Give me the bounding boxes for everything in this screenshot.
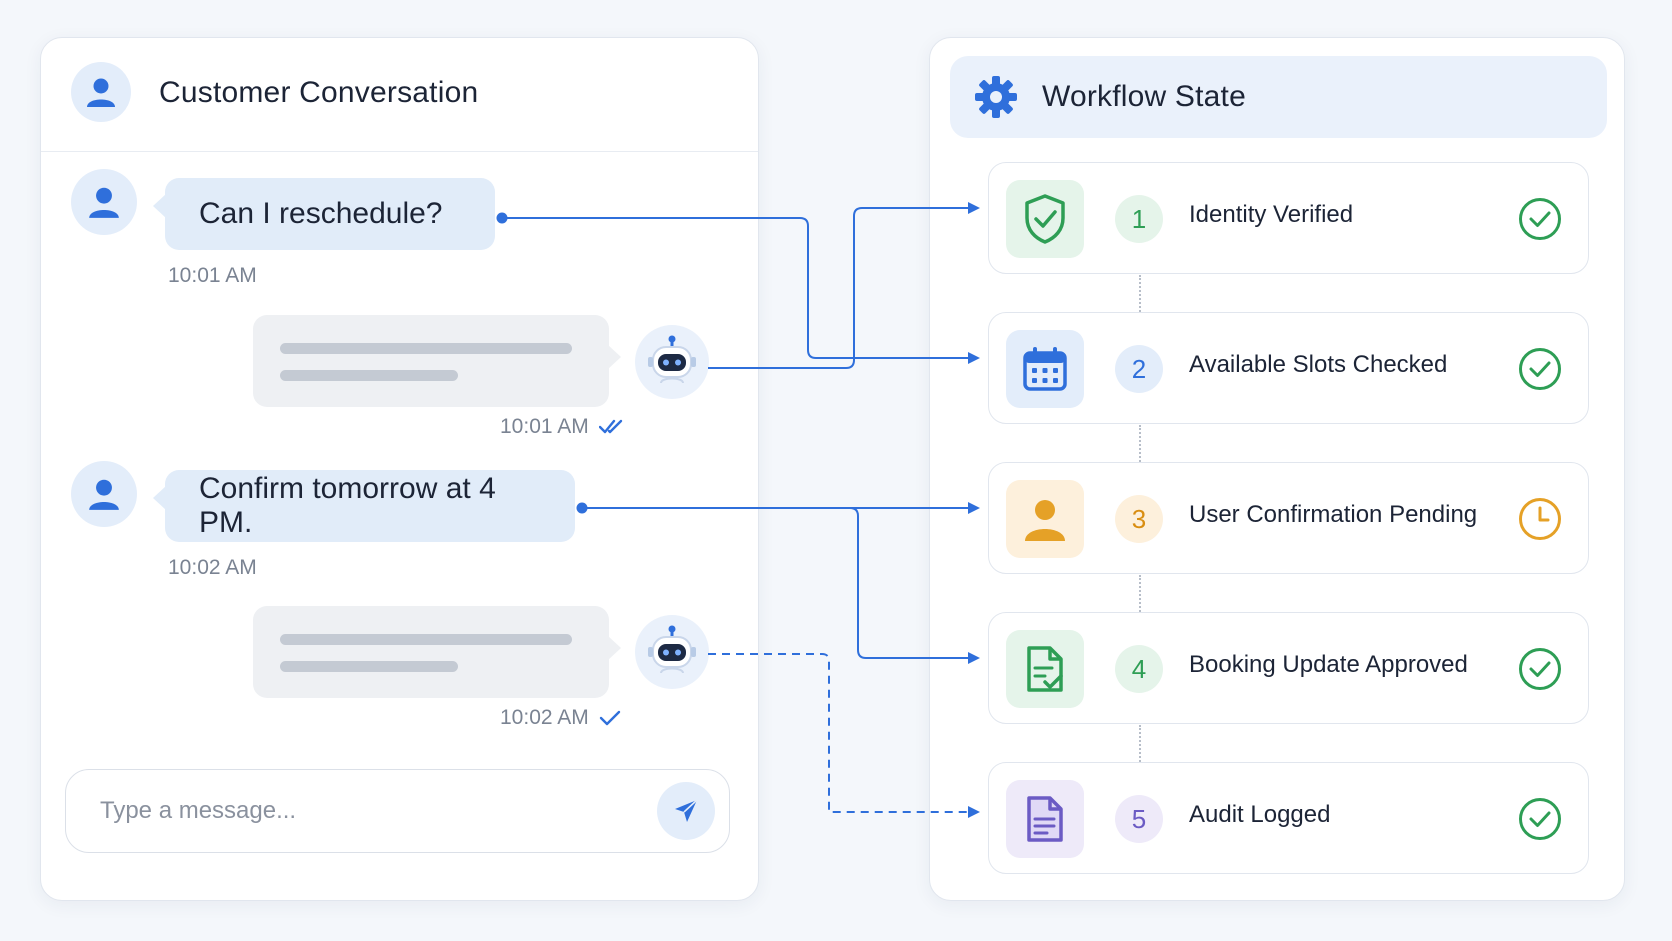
step-number: 3 — [1115, 495, 1163, 543]
step-label: Available Slots Checked — [1189, 351, 1448, 378]
timestamp-text: 10:02 AM — [168, 556, 257, 579]
workflow-header: Workflow State — [950, 56, 1607, 138]
user-avatar-icon — [71, 169, 137, 235]
user-message-text: Can I reschedule? — [199, 197, 443, 230]
double-check-read-icon — [598, 419, 622, 434]
customer-avatar-icon — [71, 62, 131, 122]
user-avatar-icon — [71, 461, 137, 527]
calendar-icon — [1006, 330, 1084, 408]
check-circle-icon — [1519, 648, 1561, 690]
clock-icon — [1519, 498, 1561, 540]
step-label: User Confirmation Pending — [1189, 501, 1478, 528]
step-label: Booking Update Approved — [1189, 651, 1468, 678]
shield-check-icon — [1006, 180, 1084, 258]
timestamp-text: 10:01 AM — [168, 264, 257, 287]
step-label: Identity Verified — [1189, 201, 1354, 228]
workflow-step-2: 2 Available Slots Checked — [988, 312, 1589, 424]
step-number: 5 — [1115, 795, 1163, 843]
send-button[interactable] — [657, 782, 715, 840]
check-circle-icon — [1519, 798, 1561, 840]
workflow-step-1: 1 Identity Verified — [988, 162, 1589, 274]
send-icon — [675, 799, 698, 822]
user-icon — [1006, 480, 1084, 558]
bot-message-bubble — [253, 315, 621, 407]
message-timestamp: 10:02 AM — [168, 556, 257, 580]
check-sent-icon — [599, 710, 620, 726]
workflow-title: Workflow State — [1042, 80, 1246, 113]
workflow-panel: Workflow State 1 Identity Verified 2 Ava… — [929, 37, 1625, 901]
message-timestamp: 10:02 AM — [500, 706, 621, 730]
user-message-bubble: Confirm tomorrow at 4 PM. — [153, 470, 575, 542]
step-number: 4 — [1115, 645, 1163, 693]
bot-avatar-icon — [635, 615, 709, 689]
check-circle-icon — [1519, 348, 1561, 390]
step-label: Audit Logged — [1189, 801, 1331, 828]
user-message-bubble: Can I reschedule? — [153, 178, 495, 250]
conversation-panel: Customer Conversation Can I reschedule? … — [40, 37, 759, 901]
placeholder-line — [280, 343, 572, 354]
timestamp-text: 10:01 AM — [500, 415, 589, 438]
workflow-step-3: 3 User Confirmation Pending — [988, 462, 1589, 574]
step-number: 2 — [1115, 345, 1163, 393]
workflow-step-5: 5 Audit Logged — [988, 762, 1589, 874]
workflow-step-4: 4 Booking Update Approved — [988, 612, 1589, 724]
message-input[interactable] — [100, 792, 640, 830]
step-number: 1 — [1115, 195, 1163, 243]
bot-avatar-icon — [635, 325, 709, 399]
gear-icon — [975, 76, 1017, 118]
placeholder-line — [280, 661, 458, 672]
message-composer — [65, 769, 730, 853]
timestamp-text: 10:02 AM — [500, 706, 589, 729]
user-message-text: Confirm tomorrow at 4 PM. — [199, 472, 496, 539]
message-timestamp: 10:01 AM — [168, 264, 257, 288]
conversation-header: Customer Conversation — [41, 38, 758, 152]
document-check-icon — [1006, 630, 1084, 708]
message-timestamp: 10:01 AM — [500, 415, 625, 439]
bot-message-bubble — [253, 606, 621, 698]
document-icon — [1006, 780, 1084, 858]
placeholder-line — [280, 634, 572, 645]
check-circle-icon — [1519, 198, 1561, 240]
placeholder-line — [280, 370, 458, 381]
conversation-title: Customer Conversation — [159, 76, 479, 109]
